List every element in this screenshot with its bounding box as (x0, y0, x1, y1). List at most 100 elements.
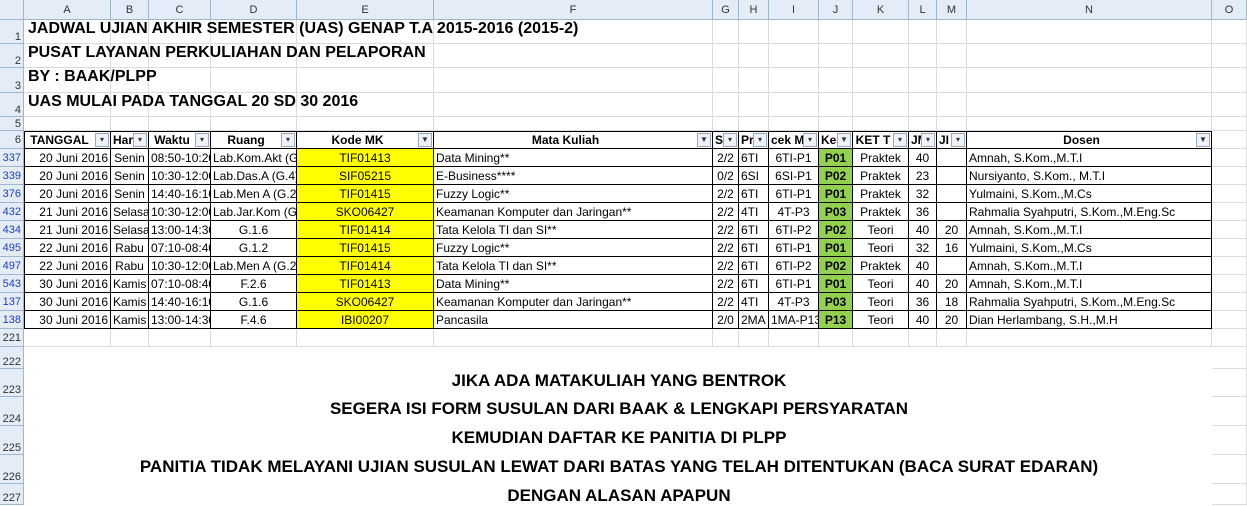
cell-cek-m[interactable]: 6TI-P1 (769, 239, 818, 256)
cell-ruang[interactable]: F.2.6 (211, 275, 296, 292)
cell-ket[interactable]: Teori (853, 239, 908, 256)
cell-jml[interactable]: 40 (909, 149, 936, 166)
column-header-j[interactable]: J (819, 0, 853, 20)
cell-ket[interactable]: Praktek (853, 167, 908, 184)
cell-jml[interactable]: 36 (909, 293, 936, 310)
cell-tanggal[interactable]: 20 Juni 2016 (24, 149, 110, 166)
cell-kode-mk[interactable]: SIF05215 (297, 167, 433, 184)
cell-kelas[interactable]: P01 (819, 149, 852, 166)
cell-jml[interactable]: 40 (909, 257, 936, 274)
filter-active-icon[interactable]: ▼ (1196, 133, 1210, 147)
cell-dosen[interactable]: Amnah, S.Kom.,M.T.I (967, 221, 1211, 238)
cell-mata-kuliah[interactable]: Data Mining** (434, 149, 712, 166)
cell-sks[interactable]: 2/2 (713, 257, 738, 274)
cell-mata-kuliah[interactable]: Keamanan Komputer dan Jaringan** (434, 203, 712, 220)
cell-hari[interactable]: Senin (111, 167, 148, 184)
cell-ruang[interactable]: Lab.Jar.Kom (G.3) (211, 203, 296, 220)
cell-prodi[interactable]: 6TI (739, 275, 768, 292)
cell-ket[interactable]: Praktek (853, 185, 908, 202)
cell-jml[interactable]: 40 (909, 221, 936, 238)
cell-mata-kuliah[interactable]: E-Business**** (434, 167, 712, 184)
row-header[interactable]: 2 (0, 44, 24, 68)
cell-cek-m[interactable]: 6TI-P1 (769, 149, 818, 166)
cell-dosen[interactable]: Dian Herlambang, S.H.,M.H (967, 311, 1211, 328)
cell-waktu[interactable]: 14:40-16:10 (149, 185, 210, 202)
cell-hari[interactable]: Kamis (111, 275, 148, 292)
column-header-o[interactable]: O (1212, 0, 1247, 20)
cell-kode-mk[interactable]: IBI00207 (297, 311, 433, 328)
cell-prodi[interactable]: 6TI (739, 149, 768, 166)
cell-kelas[interactable]: P02 (819, 257, 852, 274)
cell-ji[interactable]: 20 (937, 221, 966, 238)
cell-kode-mk[interactable]: TIF01415 (297, 239, 433, 256)
cell-kelas[interactable]: P03 (819, 293, 852, 310)
row-header[interactable]: 434 (0, 221, 24, 239)
cell-dosen[interactable]: Nursiyanto, S.Kom., M.T.I (967, 167, 1211, 184)
cell-prodi[interactable]: 4TI (739, 293, 768, 310)
cell-jml[interactable]: 32 (909, 185, 936, 202)
cell-sks[interactable]: 2/2 (713, 203, 738, 220)
column-header-d[interactable]: D (211, 0, 297, 20)
column-header-f[interactable]: F (434, 0, 713, 20)
row-header[interactable]: 138 (0, 311, 24, 329)
cell-ji[interactable] (937, 167, 966, 184)
cell-cek-m[interactable]: 6TI-P2 (769, 257, 818, 274)
cell-cek-m[interactable]: 6SI-P1 (769, 167, 818, 184)
filter-dropdown-icon[interactable]: ▾ (921, 133, 935, 147)
cell-jml[interactable]: 36 (909, 203, 936, 220)
row-header[interactable]: 5 (0, 117, 24, 131)
cell-mata-kuliah[interactable]: Fuzzy Logic** (434, 239, 712, 256)
cell-tanggal[interactable]: 21 Juni 2016 (24, 203, 110, 220)
cell-tanggal[interactable]: 22 Juni 2016 (24, 257, 110, 274)
cell-hari[interactable]: Rabu (111, 239, 148, 256)
cell-waktu[interactable]: 07:10-08:40 (149, 275, 210, 292)
row-header[interactable]: 137 (0, 293, 24, 311)
cell-sks[interactable]: 0/2 (713, 167, 738, 184)
filter-dropdown-icon[interactable]: ▾ (133, 133, 147, 147)
cell-ruang[interactable]: Lab.Das.A (G.4) (211, 167, 296, 184)
cell-dosen[interactable]: Yulmaini, S.Kom.,M.Cs (967, 185, 1211, 202)
filter-dropdown-icon[interactable]: ▾ (951, 133, 965, 147)
filter-dropdown-icon[interactable]: ▾ (803, 133, 817, 147)
cell-ruang[interactable]: G.1.6 (211, 293, 296, 310)
cell-jml[interactable]: 40 (909, 275, 936, 292)
row-header[interactable]: 543 (0, 275, 24, 293)
cell-ji[interactable]: 20 (937, 275, 966, 292)
select-all-corner[interactable] (0, 0, 24, 20)
cell-hari[interactable]: Rabu (111, 257, 148, 274)
row-header[interactable]: 221 (0, 329, 24, 347)
column-header-n[interactable]: N (967, 0, 1212, 20)
cell-sks[interactable]: 2/2 (713, 221, 738, 238)
column-header-l[interactable]: L (909, 0, 937, 20)
column-header-k[interactable]: K (853, 0, 909, 20)
cell-ji[interactable] (937, 185, 966, 202)
cell-jml[interactable]: 23 (909, 167, 936, 184)
cell-kode-mk[interactable]: TIF01414 (297, 257, 433, 274)
cell-hari[interactable]: Senin (111, 149, 148, 166)
row-header[interactable]: 6 (0, 131, 24, 149)
row-header[interactable]: 339 (0, 167, 24, 185)
cell-kode-mk[interactable]: TIF01415 (297, 185, 433, 202)
row-header[interactable]: 376 (0, 185, 24, 203)
cell-prodi[interactable]: 4TI (739, 203, 768, 220)
cell-tanggal[interactable]: 22 Juni 2016 (24, 239, 110, 256)
cell-ji[interactable]: 20 (937, 311, 966, 328)
row-header[interactable]: 337 (0, 149, 24, 167)
column-header-m[interactable]: M (937, 0, 967, 20)
cell-jml[interactable]: 40 (909, 311, 936, 328)
cell-dosen[interactable]: Rahmalia Syahputri, S.Kom.,M.Eng.Sc (967, 203, 1211, 220)
cell-ji[interactable]: 16 (937, 239, 966, 256)
cell-sks[interactable]: 2/2 (713, 239, 738, 256)
row-header[interactable]: 432 (0, 203, 24, 221)
cell-waktu[interactable]: 13:00-14:30 (149, 311, 210, 328)
filter-dropdown-icon[interactable]: ▾ (753, 133, 767, 147)
cell-waktu[interactable]: 10:30-12:00 (149, 167, 210, 184)
cell-ruang[interactable]: G.1.2 (211, 239, 296, 256)
cell-prodi[interactable]: 6TI (739, 185, 768, 202)
row-header[interactable]: 226 (0, 455, 24, 484)
cell-ji[interactable] (937, 149, 966, 166)
cell-kode-mk[interactable]: TIF01413 (297, 149, 433, 166)
cell-ruang[interactable]: F.4.6 (211, 311, 296, 328)
filter-dropdown-icon[interactable]: ▾ (195, 133, 209, 147)
cell-waktu[interactable]: 07:10-08:40 (149, 239, 210, 256)
